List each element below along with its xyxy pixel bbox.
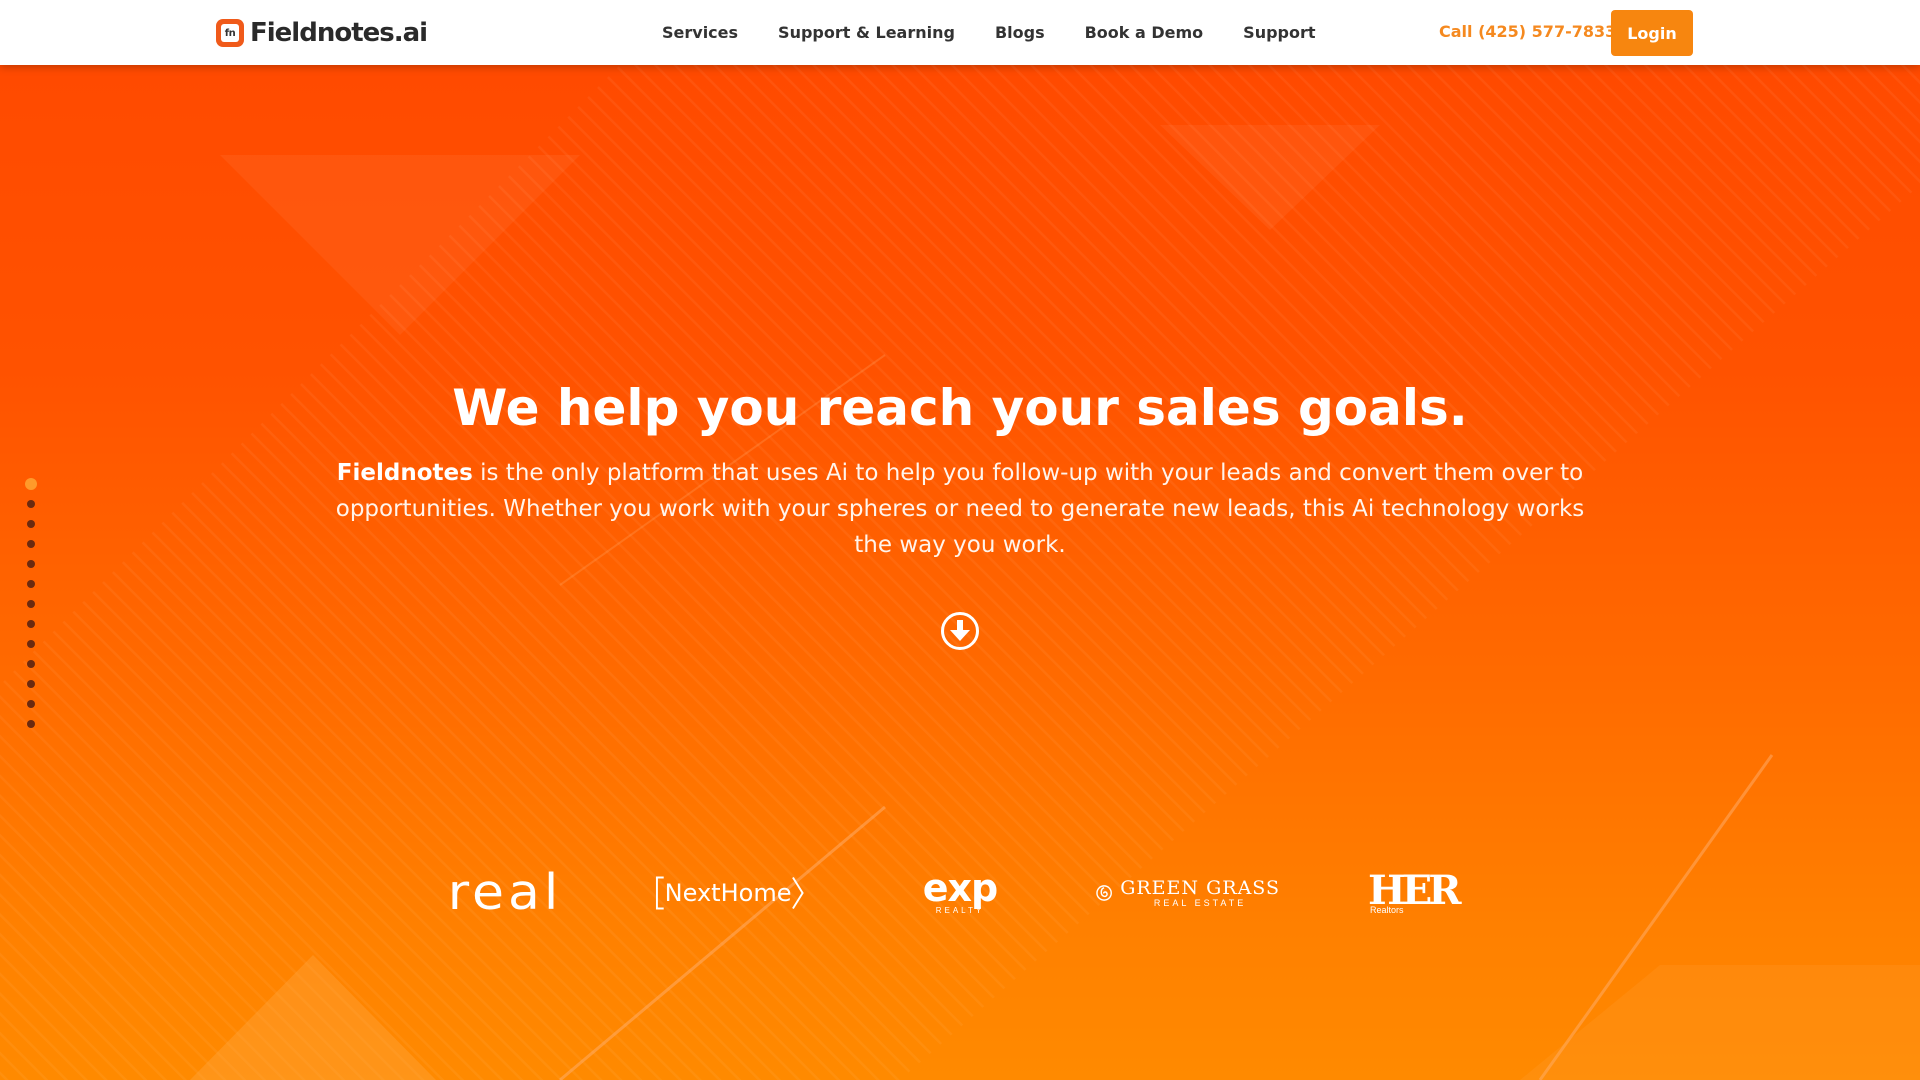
top-navbar: fn Fieldnotes.ai Services Support & Lear…: [0, 0, 1920, 65]
exp-logo-text: exp: [922, 866, 998, 910]
call-phone-link[interactable]: Call (425) 577-7833: [1439, 22, 1616, 41]
hero-description-text: is the only platform that uses Ai to hel…: [335, 460, 1585, 558]
green-grass-title: GREEN GRASS: [1120, 877, 1280, 899]
nav-item-services[interactable]: Services: [662, 23, 738, 42]
slide-dot[interactable]: [27, 620, 35, 628]
chevron-right-icon: [792, 877, 805, 909]
logo-mark-letters: fn: [221, 24, 239, 42]
green-grass-text: GREEN GRASS REAL ESTATE: [1120, 878, 1280, 908]
slide-dot[interactable]: [27, 500, 35, 508]
slide-dot[interactable]: [27, 660, 35, 668]
login-button[interactable]: Login: [1611, 10, 1693, 56]
hero-headline: We help you reach your sales goals.: [452, 379, 1468, 437]
partner-logos: real NextHome exp REALTY GREEN GRASS REA…: [0, 863, 1920, 923]
scroll-down-button[interactable]: [940, 611, 980, 651]
slide-dot[interactable]: [27, 700, 35, 708]
real-logo-text: real: [447, 864, 563, 922]
slide-dot[interactable]: [27, 580, 35, 588]
arrow-down-circle-icon: [941, 612, 979, 650]
nexthome-logo-text: NextHome: [664, 879, 792, 907]
nav-item-support-learning[interactable]: Support & Learning: [778, 23, 955, 42]
hero-description-brand: Fieldnotes: [336, 460, 473, 486]
slide-dot[interactable]: [27, 640, 35, 648]
fieldnotes-logo[interactable]: fn Fieldnotes.ai: [216, 18, 428, 48]
real-brokerage-logo: real: [440, 865, 570, 922]
exp-logo-subtext: REALTY: [935, 906, 985, 915]
slide-dot[interactable]: [27, 600, 35, 608]
slide-dot[interactable]: [27, 540, 35, 548]
bracket-left-icon: [655, 876, 664, 910]
slide-pagination: [25, 478, 37, 740]
her-logo-subtext: Realtors: [1370, 905, 1404, 915]
slide-dot[interactable]: [25, 478, 37, 490]
nav-item-blogs[interactable]: Blogs: [995, 23, 1045, 42]
slide-dot[interactable]: [27, 720, 35, 728]
her-realtors-logo: HER Realtors: [1368, 863, 1464, 923]
nav-item-support[interactable]: Support: [1243, 23, 1315, 42]
slide-dot[interactable]: [27, 560, 35, 568]
slide-dot[interactable]: [27, 520, 35, 528]
slide-dot[interactable]: [27, 680, 35, 688]
green-grass-subtitle: REAL ESTATE: [1153, 898, 1247, 908]
main-nav: Services Support & Learning Blogs Book a…: [662, 0, 1316, 65]
hero-section: We help you reach your sales goals. Fiel…: [0, 65, 1920, 1080]
hero-description: Fieldnotes is the only platform that use…: [330, 455, 1590, 563]
nexthome-logo: NextHome: [655, 863, 805, 923]
nav-item-book-demo[interactable]: Book a Demo: [1085, 23, 1204, 42]
swirl-icon: [1096, 885, 1112, 901]
logo-text: Fieldnotes.ai: [250, 18, 428, 48]
hero-background-decoration: [0, 65, 1920, 1080]
exp-realty-logo: exp REALTY: [912, 863, 1008, 923]
fieldnotes-logo-icon: fn: [216, 19, 244, 47]
green-grass-logo: GREEN GRASS REAL ESTATE: [1096, 863, 1280, 923]
